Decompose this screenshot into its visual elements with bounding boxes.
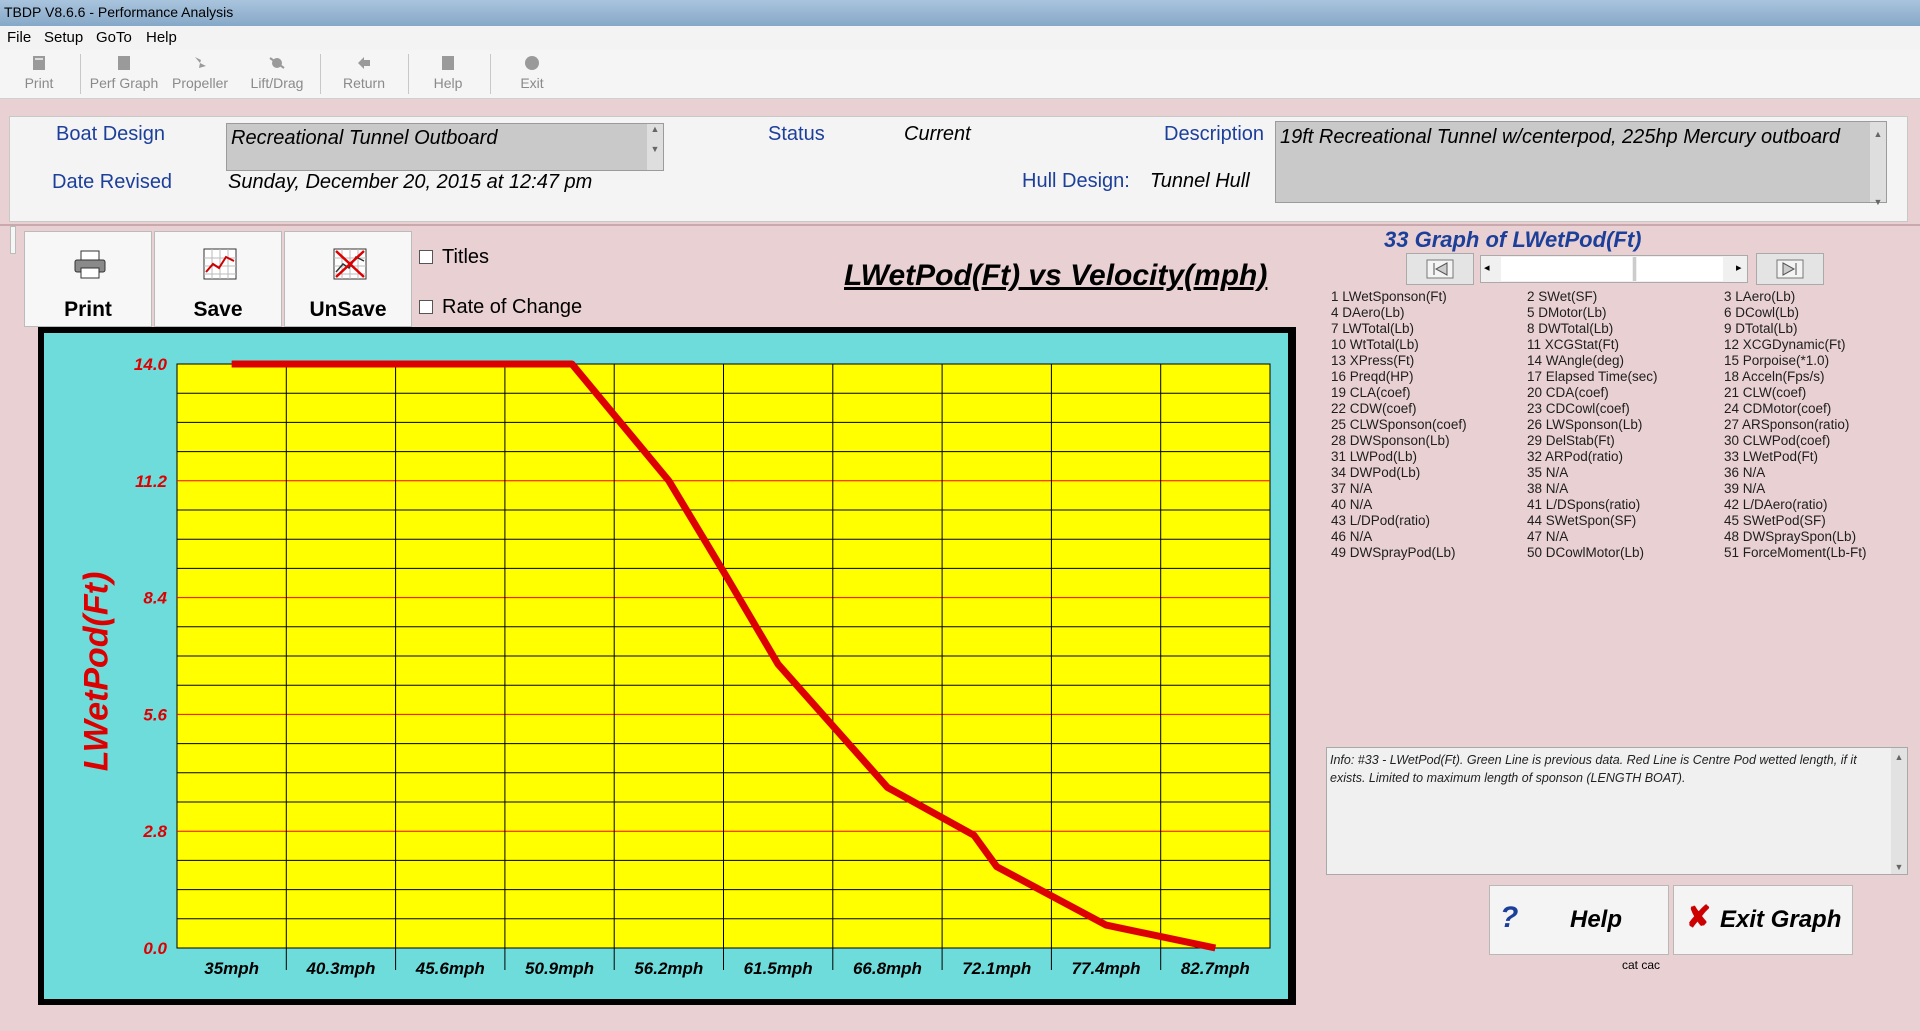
- variable-item[interactable]: 39 N/A: [1724, 481, 1765, 496]
- variable-item[interactable]: 20 CDA(coef): [1527, 385, 1609, 400]
- info-scrollbar[interactable]: ▲ ▼: [1891, 748, 1907, 874]
- variable-item[interactable]: 11 XCGStat(Ft): [1527, 337, 1619, 352]
- variable-item[interactable]: 5 DMotor(Lb): [1527, 305, 1607, 320]
- x-tick-label: 35mph: [204, 959, 259, 978]
- exit-graph-button[interactable]: ✘ Exit Graph: [1673, 885, 1853, 955]
- variable-item[interactable]: 49 DWSprayPod(Lb): [1331, 545, 1456, 560]
- variable-item[interactable]: 37 N/A: [1331, 481, 1372, 496]
- x-tick-labels: 35mph 40.3mph 45.6mph 50.9mph 56.2mph 61.5mph…: [204, 959, 1250, 978]
- variable-item[interactable]: 45 SWetPod(SF): [1724, 513, 1826, 528]
- scroll-thumb[interactable]: [1633, 257, 1636, 281]
- variable-item[interactable]: 6 DCowl(Lb): [1724, 305, 1799, 320]
- variable-item[interactable]: 51 ForceMoment(Lb-Ft): [1724, 545, 1867, 560]
- variable-item[interactable]: 22 CDW(coef): [1331, 401, 1417, 416]
- x-tick-label: 66.8mph: [853, 959, 922, 978]
- y-tick-label: 14.0: [134, 355, 168, 374]
- variable-item[interactable]: 44 SWetSpon(SF): [1527, 513, 1636, 528]
- variable-item[interactable]: 18 Acceln(Fps/s): [1724, 369, 1825, 384]
- scroll-right-icon[interactable]: ▸: [1736, 261, 1742, 274]
- variable-item[interactable]: 1 LWetSponson(Ft): [1331, 289, 1447, 304]
- variable-item[interactable]: 4 DAero(Lb): [1331, 305, 1405, 320]
- help-question-icon: ?: [1500, 901, 1519, 934]
- variable-item[interactable]: 42 L/DAero(ratio): [1724, 497, 1828, 512]
- variable-item[interactable]: 19 CLA(coef): [1331, 385, 1411, 400]
- variable-item[interactable]: 38 N/A: [1527, 481, 1568, 496]
- variable-item[interactable]: 14 WAngle(deg): [1527, 353, 1624, 368]
- variable-item[interactable]: 34 DWPod(Lb): [1331, 465, 1420, 480]
- y-tick-labels: 0.0 2.8 5.6 8.4 11.2 14.0: [134, 355, 168, 958]
- x-tick-label: 40.3mph: [305, 959, 375, 978]
- y-tick-label: 5.6: [143, 705, 167, 724]
- variable-item[interactable]: 35 N/A: [1527, 465, 1568, 480]
- variable-item[interactable]: 30 CLWPod(coef): [1724, 433, 1830, 448]
- variable-item[interactable]: 12 XCGDynamic(Ft): [1724, 337, 1846, 352]
- info-text: Info: #33 - LWetPod(Ft). Green Line is p…: [1330, 753, 1857, 785]
- y-tick-label: 11.2: [135, 472, 167, 491]
- x-tick-label: 56.2mph: [634, 959, 703, 978]
- variable-item[interactable]: 50 DCowlMotor(Lb): [1527, 545, 1644, 560]
- variable-item[interactable]: 13 XPress(Ft): [1331, 353, 1414, 368]
- variable-item[interactable]: 32 ARPod(ratio): [1527, 449, 1623, 464]
- exit-graph-button-label: Exit Graph: [1720, 906, 1842, 933]
- variable-item[interactable]: 23 CDCowl(coef): [1527, 401, 1630, 416]
- variable-item[interactable]: 26 LWSponson(Lb): [1527, 417, 1642, 432]
- variable-item[interactable]: 47 N/A: [1527, 529, 1568, 544]
- variable-item[interactable]: 41 L/DSpons(ratio): [1527, 497, 1640, 512]
- variable-item[interactable]: 24 CDMotor(coef): [1724, 401, 1831, 416]
- variable-item[interactable]: 29 DelStab(Ft): [1527, 433, 1615, 448]
- scroll-track-left: [1501, 257, 1632, 281]
- variable-item[interactable]: 8 DWTotal(Lb): [1527, 321, 1613, 336]
- y-tick-label: 0.0: [143, 939, 167, 958]
- variable-item[interactable]: 9 DTotal(Lb): [1724, 321, 1798, 336]
- y-axis-label: LWetPod(Ft): [77, 571, 116, 772]
- variable-item[interactable]: 16 Preqd(HP): [1331, 369, 1414, 384]
- variable-item[interactable]: 10 WtTotal(Lb): [1331, 337, 1419, 352]
- info-box: Info: #33 - LWetPod(Ft). Green Line is p…: [1326, 747, 1908, 875]
- variable-item[interactable]: 27 ARSponson(ratio): [1724, 417, 1849, 432]
- help-button[interactable]: ? Help: [1489, 885, 1669, 955]
- variable-item[interactable]: 2 SWet(SF): [1527, 289, 1597, 304]
- last-icon: [1776, 259, 1804, 279]
- x-tick-label: 77.4mph: [1072, 959, 1141, 978]
- x-tick-label: 45.6mph: [415, 959, 485, 978]
- variable-item[interactable]: 25 CLWSponson(coef): [1331, 417, 1467, 432]
- graph-scrollbar[interactable]: ◂ ▸: [1480, 255, 1748, 283]
- first-graph-button[interactable]: [1406, 253, 1474, 285]
- variable-item[interactable]: 48 DWSpraySpon(Lb): [1724, 529, 1856, 544]
- x-tick-label: 61.5mph: [744, 959, 813, 978]
- variable-item[interactable]: 3 LAero(Lb): [1724, 289, 1795, 304]
- last-graph-button[interactable]: [1756, 253, 1824, 285]
- variable-item[interactable]: 17 Elapsed Time(sec): [1527, 369, 1658, 384]
- x-tick-label: 50.9mph: [525, 959, 594, 978]
- footer-note: cat cac: [1622, 958, 1661, 972]
- first-icon: [1426, 259, 1454, 279]
- variable-item[interactable]: 36 N/A: [1724, 465, 1765, 480]
- scroll-left-icon[interactable]: ◂: [1484, 261, 1490, 274]
- graph-selector-title: 33 Graph of LWetPod(Ft): [1384, 227, 1642, 252]
- help-button-label: Help: [1570, 906, 1623, 933]
- scroll-track-right: [1637, 257, 1723, 281]
- y-tick-label: 2.8: [142, 822, 167, 841]
- variable-item[interactable]: 21 CLW(coef): [1724, 385, 1806, 400]
- variable-item[interactable]: 43 L/DPod(ratio): [1331, 513, 1430, 528]
- variable-item[interactable]: 15 Porpoise(*1.0): [1724, 353, 1829, 368]
- close-x-icon: ✘: [1686, 901, 1712, 934]
- y-tick-label: 8.4: [143, 589, 167, 608]
- variable-item[interactable]: 46 N/A: [1331, 529, 1372, 544]
- variable-item[interactable]: 31 LWPod(Lb): [1331, 449, 1417, 464]
- variable-item[interactable]: 7 LWTotal(Lb): [1331, 321, 1414, 336]
- x-tick-label: 82.7mph: [1181, 959, 1250, 978]
- variable-item[interactable]: 40 N/A: [1331, 497, 1372, 512]
- x-tick-label: 72.1mph: [962, 959, 1031, 978]
- variable-item[interactable]: 33 LWetPod(Ft): [1724, 449, 1818, 464]
- variable-item[interactable]: 28 DWSponson(Lb): [1331, 433, 1450, 448]
